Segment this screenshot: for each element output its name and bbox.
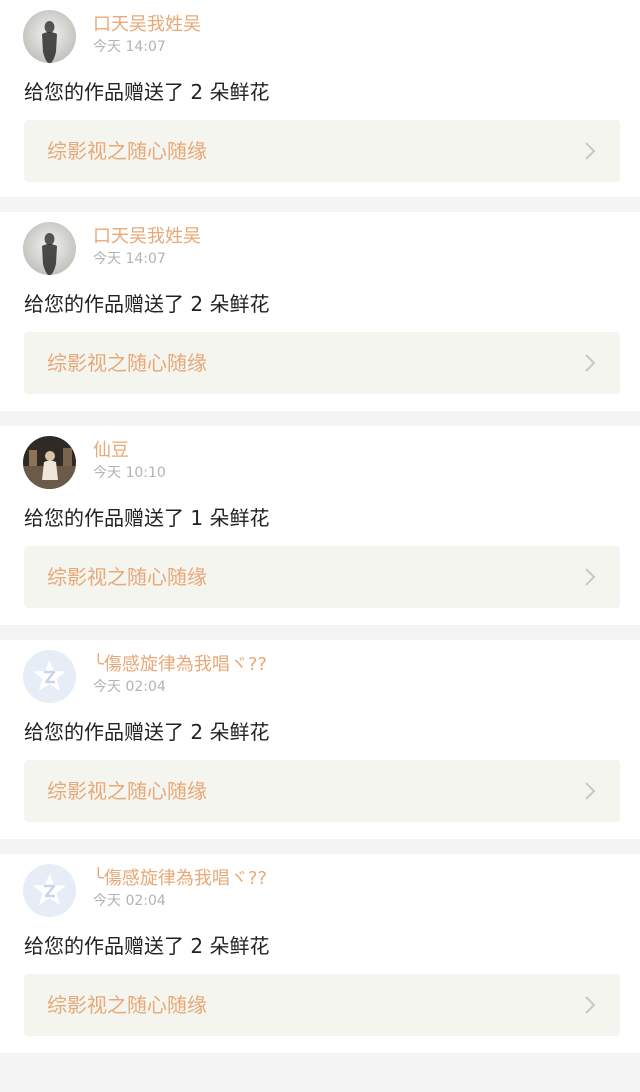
work-link-card[interactable]: 综影视之随心随缘: [24, 332, 620, 394]
timestamp: 今天 02:04: [93, 679, 166, 695]
chevron-right-icon: [582, 353, 598, 373]
work-link-card[interactable]: 综影视之随心随缘: [24, 120, 620, 182]
chevron-right-icon: [582, 781, 598, 801]
notification-card: 仙豆 今天 10:10 给您的作品赠送了 1 朵鲜花 综影视之随心随缘: [0, 426, 640, 625]
timestamp: 今天 14:07: [93, 251, 166, 267]
notification-card: ╰傷感旋律為我唱ヾ?? 今天 02:04 给您的作品赠送了 2 朵鲜花 综影视之…: [0, 640, 640, 839]
gift-message: 给您的作品赠送了 2 朵鲜花: [24, 292, 270, 316]
work-title: 综影视之随心随缘: [47, 779, 207, 803]
gift-message: 给您的作品赠送了 2 朵鲜花: [24, 934, 270, 958]
timestamp: 今天 14:07: [93, 39, 166, 55]
work-link-card[interactable]: 综影视之随心随缘: [24, 546, 620, 608]
user-name[interactable]: 口天吴我姓吴: [93, 225, 201, 249]
work-title: 综影视之随心随缘: [47, 565, 207, 589]
work-title: 综影视之随心随缘: [47, 993, 207, 1017]
chevron-right-icon: [582, 567, 598, 587]
notification-card: 口天吴我姓吴 今天 14:07 给您的作品赠送了 2 朵鲜花 综影视之随心随缘: [0, 0, 640, 197]
timestamp: 今天 02:04: [93, 893, 166, 909]
gift-message: 给您的作品赠送了 2 朵鲜花: [24, 80, 270, 104]
work-title: 综影视之随心随缘: [47, 351, 207, 375]
gift-message: 给您的作品赠送了 2 朵鲜花: [24, 720, 270, 744]
user-name[interactable]: 口天吴我姓吴: [93, 13, 201, 37]
photo-avatar-icon[interactable]: [23, 436, 76, 489]
user-name[interactable]: ╰傷感旋律為我唱ヾ??: [93, 867, 267, 891]
default-qzone-avatar-icon[interactable]: [23, 650, 76, 703]
work-link-card[interactable]: 综影视之随心随缘: [24, 760, 620, 822]
notification-card: ╰傷感旋律為我唱ヾ?? 今天 02:04 给您的作品赠送了 2 朵鲜花 综影视之…: [0, 854, 640, 1053]
chevron-right-icon: [582, 995, 598, 1015]
work-link-card[interactable]: 综影视之随心随缘: [24, 974, 620, 1036]
chevron-right-icon: [582, 141, 598, 161]
silhouette-avatar-icon[interactable]: [23, 10, 76, 63]
notification-card: 口天吴我姓吴 今天 14:07 给您的作品赠送了 2 朵鲜花 综影视之随心随缘: [0, 212, 640, 411]
user-name[interactable]: 仙豆: [93, 439, 129, 463]
gift-message: 给您的作品赠送了 1 朵鲜花: [24, 506, 270, 530]
timestamp: 今天 10:10: [93, 465, 166, 481]
default-qzone-avatar-icon[interactable]: [23, 864, 76, 917]
notification-feed: 口天吴我姓吴 今天 14:07 给您的作品赠送了 2 朵鲜花 综影视之随心随缘 …: [0, 0, 640, 1053]
silhouette-avatar-icon[interactable]: [23, 222, 76, 275]
user-name[interactable]: ╰傷感旋律為我唱ヾ??: [93, 653, 267, 677]
work-title: 综影视之随心随缘: [47, 139, 207, 163]
